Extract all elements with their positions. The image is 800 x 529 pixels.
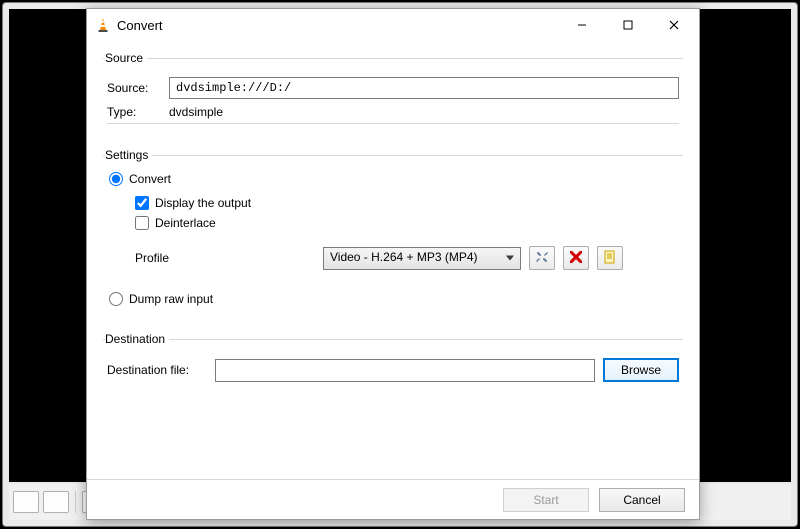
convert-radio-input[interactable]	[109, 172, 123, 186]
titlebar: Convert	[87, 9, 699, 41]
close-button[interactable]	[651, 10, 697, 40]
display-output-input[interactable]	[135, 196, 149, 210]
profile-value: Video - H.264 + MP3 (MP4)	[330, 250, 478, 264]
source-input[interactable]: dvdsimple:///D:/	[169, 77, 679, 99]
destination-input[interactable]	[215, 359, 595, 382]
destination-legend: Destination	[105, 332, 169, 346]
convert-radio-label: Convert	[129, 172, 171, 186]
convert-radio[interactable]: Convert	[109, 172, 677, 186]
deinterlace-label: Deinterlace	[155, 216, 216, 230]
minimize-button[interactable]	[559, 10, 605, 40]
new-profile-icon	[603, 250, 617, 267]
profile-select[interactable]: Video - H.264 + MP3 (MP4)	[323, 247, 521, 270]
settings-group: Settings Convert Display the output Dein…	[103, 148, 683, 316]
type-value: dvdsimple	[169, 105, 223, 119]
delete-icon	[570, 251, 582, 266]
dialog-footer: Start Cancel	[87, 479, 699, 519]
edit-profile-button[interactable]	[529, 246, 555, 270]
start-button-label: Start	[533, 493, 558, 507]
delete-profile-button[interactable]	[563, 246, 589, 270]
deinterlace-checkbox[interactable]: Deinterlace	[135, 216, 677, 230]
dialog-content: Source Source: dvdsimple:///D:/ Type: dv…	[87, 41, 699, 479]
profile-label: Profile	[135, 251, 315, 265]
destination-label: Destination file:	[107, 363, 207, 377]
browse-button[interactable]: Browse	[603, 358, 679, 382]
convert-dialog: Convert Source Source: dvdsimple:///D:/ …	[86, 8, 700, 520]
type-label: Type:	[107, 105, 169, 119]
window-title: Convert	[117, 18, 559, 33]
player-control-button[interactable]	[43, 491, 69, 513]
cancel-button-label: Cancel	[623, 493, 660, 507]
source-legend: Source	[105, 51, 147, 65]
display-output-checkbox[interactable]: Display the output	[135, 196, 677, 210]
source-group: Source Source: dvdsimple:///D:/ Type: dv…	[103, 51, 683, 132]
browse-button-label: Browse	[621, 363, 661, 377]
settings-legend: Settings	[105, 148, 152, 162]
dump-raw-radio[interactable]: Dump raw input	[109, 292, 677, 306]
dump-raw-label: Dump raw input	[129, 292, 213, 306]
deinterlace-input[interactable]	[135, 216, 149, 230]
destination-group: Destination Destination file: Browse	[103, 332, 683, 390]
cancel-button[interactable]: Cancel	[599, 488, 685, 512]
player-control-button[interactable]	[13, 491, 39, 513]
vlc-cone-icon	[95, 17, 111, 33]
source-label: Source:	[107, 81, 169, 95]
new-profile-button[interactable]	[597, 246, 623, 270]
dump-raw-input[interactable]	[109, 292, 123, 306]
maximize-button[interactable]	[605, 10, 651, 40]
display-output-label: Display the output	[155, 196, 251, 210]
start-button[interactable]: Start	[503, 488, 589, 512]
tools-icon	[535, 250, 549, 267]
